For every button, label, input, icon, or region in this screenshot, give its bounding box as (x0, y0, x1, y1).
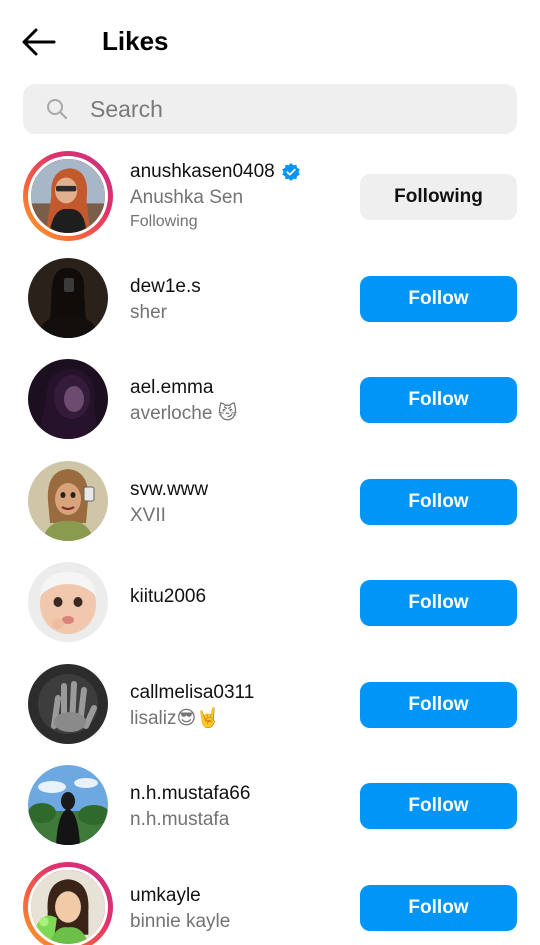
user-info: callmelisa0311 lisaliz😎🤘 (130, 680, 350, 732)
user-info: ael.emma averloche 😼 (130, 375, 350, 427)
user-info: kiitu2006 (130, 584, 350, 610)
page-title: Likes (102, 26, 169, 56)
verified-badge-icon (281, 163, 300, 181)
username[interactable]: dew1e.s (130, 274, 350, 300)
user-info: dew1e.s sher (130, 274, 350, 326)
user-info: anushkasen0408 Anushka Sen Following (130, 159, 350, 233)
header: Likes (0, 0, 540, 84)
full-name: n.h.mustafa (130, 809, 230, 830)
list-item[interactable]: svw.www XVII Follow (0, 452, 540, 554)
following-button[interactable]: Following (360, 174, 517, 220)
username[interactable]: svw.www (130, 477, 350, 503)
avatar (28, 562, 108, 642)
full-name: sher (130, 301, 167, 323)
avatar-container[interactable] (23, 760, 113, 850)
follow-button[interactable]: Follow (360, 377, 517, 423)
search-icon (47, 99, 67, 119)
avatar-container[interactable] (23, 456, 113, 546)
list-item[interactable]: anushkasen0408 Anushka Sen Following Fol… (0, 147, 540, 249)
username[interactable]: n.h.mustafa66 (130, 781, 350, 807)
following-status: Following (130, 213, 198, 230)
avatar (28, 257, 108, 338)
list-item[interactable]: kiitu2006 Follow (0, 553, 540, 655)
search-bar[interactable] (23, 84, 517, 134)
full-name: lisaliz😎🤘 (130, 707, 220, 729)
search-input[interactable] (90, 84, 490, 134)
user-info: svw.www XVII (130, 477, 350, 529)
likes-list: anushkasen0408 Anushka Sen Following Fol… (0, 147, 540, 945)
avatar (28, 359, 108, 439)
username[interactable]: callmelisa0311 (130, 680, 350, 706)
follow-button[interactable]: Follow (360, 681, 517, 728)
list-item[interactable]: dew1e.s sher Follow (0, 249, 540, 351)
list-item[interactable]: n.h.mustafa66 n.h.mustafa Follow (0, 756, 540, 858)
avatar (28, 866, 108, 945)
back-button[interactable] (18, 24, 60, 60)
avatar (28, 460, 108, 541)
avatar-container[interactable] (23, 253, 113, 343)
avatar (28, 765, 108, 845)
avatar-container[interactable] (23, 557, 113, 647)
username[interactable]: ael.emma (130, 375, 350, 401)
arrow-left-icon (22, 28, 56, 56)
list-item[interactable]: callmelisa0311 lisaliz😎🤘 Follow (0, 655, 540, 757)
story-ring[interactable] (23, 151, 113, 241)
follow-button[interactable]: Follow (360, 478, 517, 525)
avatar-container[interactable] (23, 354, 113, 444)
avatar (28, 663, 108, 744)
full-name: averloche 😼 (130, 403, 238, 424)
follow-button[interactable]: Follow (360, 783, 517, 829)
full-name: Anushka Sen (130, 187, 244, 208)
user-info: umkayle binnie kayle (130, 883, 350, 935)
follow-button[interactable]: Follow (360, 884, 517, 931)
follow-button[interactable]: Follow (360, 275, 517, 322)
story-ring[interactable] (23, 861, 113, 945)
username[interactable]: kiitu2006 (130, 584, 350, 610)
avatar-container[interactable] (23, 659, 113, 749)
full-name: XVII (130, 504, 166, 526)
list-item[interactable]: ael.emma averloche 😼 Follow (0, 350, 540, 452)
username[interactable]: umkayle (130, 883, 350, 909)
avatar (28, 156, 108, 236)
follow-button[interactable]: Follow (360, 580, 517, 626)
full-name: binnie kayle (130, 910, 231, 932)
list-item[interactable]: umkayle binnie kayle Follow (0, 858, 540, 945)
user-info: n.h.mustafa66 n.h.mustafa (130, 781, 350, 833)
username[interactable]: anushkasen0408 (130, 159, 350, 185)
